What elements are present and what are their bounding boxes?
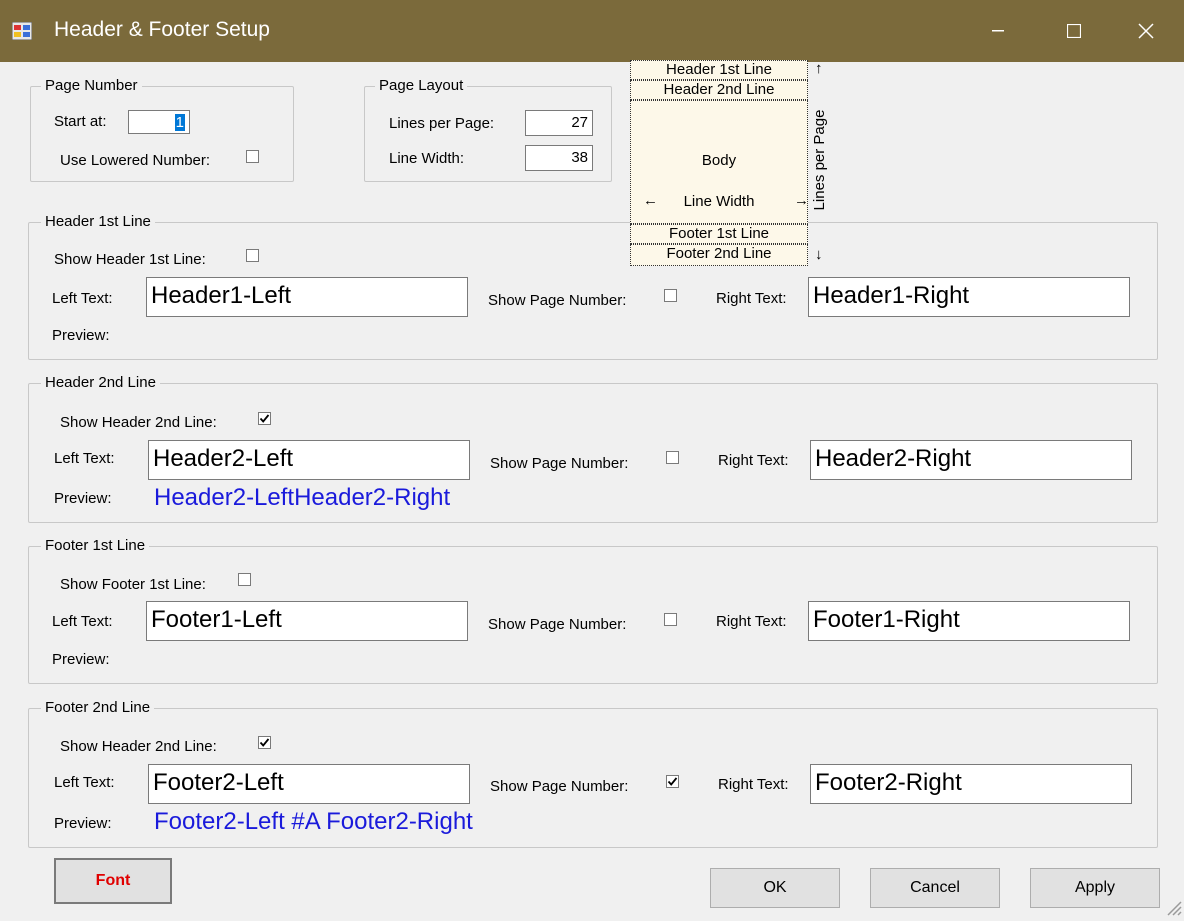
diagram-arrow-up: ↑ bbox=[815, 60, 823, 77]
diagram-header-2nd-line: Header 2nd Line bbox=[630, 80, 808, 100]
diagram-lines-per-page-label: Lines per Page bbox=[811, 109, 828, 211]
start-at-label: Start at: bbox=[54, 113, 107, 130]
ok-button[interactable]: OK bbox=[710, 868, 840, 908]
checkmark-icon bbox=[259, 414, 270, 423]
header1-left-text-label: Left Text: bbox=[52, 290, 113, 307]
diagram-line-width-label: Line Width bbox=[683, 193, 755, 210]
footer1-show-page-number-label: Show Page Number: bbox=[488, 616, 627, 633]
diagram-arrow-right: → bbox=[794, 192, 809, 209]
header1-right-text-input[interactable]: Header1-Right bbox=[808, 277, 1130, 317]
header1-preview-label: Preview: bbox=[52, 327, 110, 344]
header1-left-text-input[interactable]: Header1-Left bbox=[146, 277, 468, 317]
header-2nd-line-legend: Header 2nd Line bbox=[41, 374, 160, 392]
header2-right-text-label: Right Text: bbox=[718, 452, 789, 469]
diagram-body-label: Body bbox=[701, 152, 737, 169]
diagram-footer-2nd-line: Footer 2nd Line bbox=[630, 244, 808, 266]
footer-1st-line-legend: Footer 1st Line bbox=[41, 537, 150, 555]
header2-show-page-number-label: Show Page Number: bbox=[490, 455, 629, 472]
header2-show-page-number-checkbox[interactable] bbox=[666, 451, 679, 464]
maximize-button[interactable] bbox=[1044, 0, 1104, 62]
diagram-footer-1st-line: Footer 1st Line bbox=[630, 224, 808, 244]
line-width-field[interactable]: 38 bbox=[525, 145, 593, 171]
close-button[interactable] bbox=[1116, 0, 1176, 62]
footer1-right-text-input[interactable]: Footer1-Right bbox=[808, 601, 1130, 641]
footer1-right-text-label: Right Text: bbox=[716, 613, 787, 630]
header2-left-text-input[interactable]: Header2-Left bbox=[148, 440, 470, 480]
footer-2nd-line-legend: Footer 2nd Line bbox=[41, 699, 155, 717]
show-footer-1st-line-checkbox[interactable] bbox=[238, 573, 251, 586]
font-button[interactable]: Font bbox=[54, 858, 172, 904]
show-header-2nd-line-label: Show Header 2nd Line: bbox=[60, 414, 217, 431]
start-at-field[interactable]: 1 bbox=[128, 110, 190, 134]
page-layout-legend: Page Layout bbox=[375, 77, 468, 95]
header2-right-text-input[interactable]: Header2-Right bbox=[810, 440, 1132, 480]
footer2-show-page-number-label: Show Page Number: bbox=[490, 778, 629, 795]
footer1-show-page-number-checkbox[interactable] bbox=[664, 613, 677, 626]
footer2-right-text-input[interactable]: Footer2-Right bbox=[810, 764, 1132, 804]
header1-show-page-number-checkbox[interactable] bbox=[664, 289, 677, 302]
show-footer-2nd-line-checkbox[interactable] bbox=[258, 736, 271, 749]
show-header-1st-line-label: Show Header 1st Line: bbox=[54, 251, 206, 268]
header2-left-text-label: Left Text: bbox=[54, 450, 115, 467]
footer2-left-text-label: Left Text: bbox=[54, 774, 115, 791]
footer2-left-text-input[interactable]: Footer2-Left bbox=[148, 764, 470, 804]
maximize-icon bbox=[1067, 24, 1081, 38]
lowered-number-checkbox[interactable] bbox=[246, 150, 259, 163]
line-width-label: Line Width: bbox=[389, 150, 465, 167]
lowered-number-label: Use Lowered Number: bbox=[60, 152, 211, 169]
footer2-preview-text: Footer2-Left #A Footer2-Right bbox=[154, 808, 473, 835]
diagram-body-area: Body ← Line Width → bbox=[630, 100, 809, 224]
footer1-left-text-label: Left Text: bbox=[52, 613, 113, 630]
header2-preview-label: Preview: bbox=[54, 490, 112, 507]
footer1-left-text-input[interactable]: Footer1-Left bbox=[146, 601, 468, 641]
checkmark-icon bbox=[667, 777, 678, 786]
cancel-button[interactable]: Cancel bbox=[870, 868, 1000, 908]
checkmark-icon bbox=[259, 738, 270, 747]
title-bar: Header & Footer Setup bbox=[0, 0, 1184, 62]
diagram-arrow-down: ↓ bbox=[815, 246, 823, 263]
minimize-icon bbox=[992, 30, 1004, 32]
footer2-right-text-label: Right Text: bbox=[718, 776, 789, 793]
header1-show-page-number-label: Show Page Number: bbox=[488, 292, 627, 309]
header1-right-text-label: Right Text: bbox=[716, 290, 787, 307]
header2-preview-text: Header2-LeftHeader2-Right bbox=[154, 484, 451, 511]
close-icon bbox=[1138, 23, 1154, 39]
resize-grip[interactable] bbox=[1162, 896, 1182, 916]
apply-button[interactable]: Apply bbox=[1030, 868, 1160, 908]
page-number-legend: Page Number bbox=[41, 77, 142, 95]
show-header-2nd-line-checkbox[interactable] bbox=[258, 412, 271, 425]
lines-per-page-field[interactable]: 27 bbox=[525, 110, 593, 136]
header-1st-line-legend: Header 1st Line bbox=[41, 213, 155, 231]
show-footer-1st-line-label: Show Footer 1st Line: bbox=[60, 576, 206, 593]
lines-per-page-label: Lines per Page: bbox=[389, 115, 495, 132]
footer2-show-page-number-checkbox[interactable] bbox=[666, 775, 679, 788]
layout-diagram: Header 1st Line Header 2nd Line Body ← L… bbox=[630, 60, 809, 266]
footer1-preview-label: Preview: bbox=[52, 651, 110, 668]
diagram-header-1st-line: Header 1st Line bbox=[630, 60, 808, 80]
start-at-value: 1 bbox=[174, 114, 185, 131]
app-icon bbox=[11, 21, 33, 41]
window-title: Header & Footer Setup bbox=[54, 18, 270, 41]
show-footer-2nd-line-label: Show Header 2nd Line: bbox=[60, 738, 217, 755]
show-header-1st-line-checkbox[interactable] bbox=[246, 249, 259, 262]
resize-grip-icon bbox=[1167, 901, 1182, 916]
minimize-button[interactable] bbox=[968, 0, 1028, 62]
footer2-preview-label: Preview: bbox=[54, 815, 112, 832]
diagram-vertical-label-box: Lines per Page bbox=[809, 100, 833, 222]
